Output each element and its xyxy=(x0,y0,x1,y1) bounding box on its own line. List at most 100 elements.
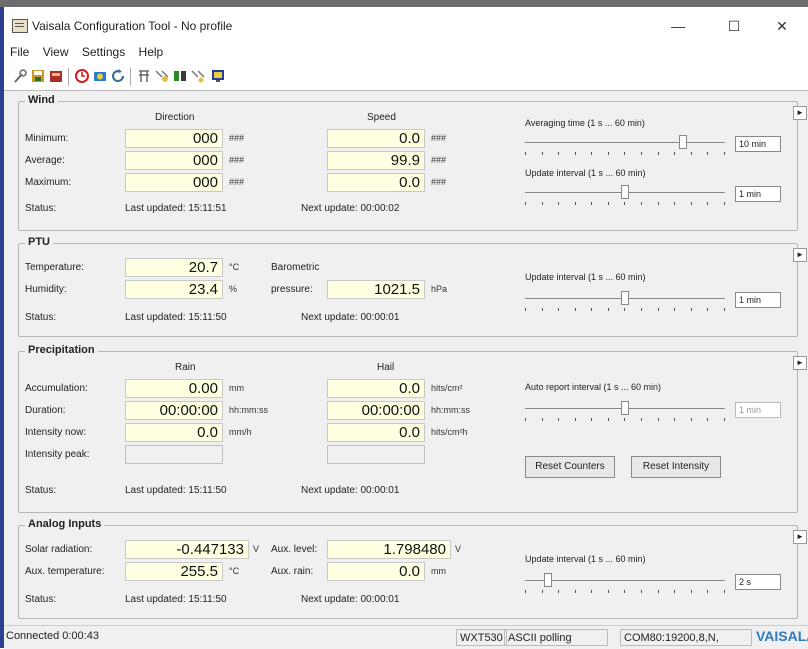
reset-counters-button[interactable]: Reset Counters xyxy=(525,456,615,478)
wind-max-speed: 0.0 xyxy=(327,173,425,192)
slider-tick xyxy=(723,202,725,205)
slider-tick xyxy=(607,308,609,311)
wind-min-direction: 000 xyxy=(125,129,223,148)
auto-report-interval-input[interactable]: 1 min xyxy=(735,402,781,418)
settings-icon[interactable] xyxy=(154,68,170,84)
wrench-icon[interactable] xyxy=(12,68,28,84)
wind-update-interval-slider[interactable] xyxy=(525,185,725,210)
slider-tick xyxy=(591,202,593,205)
sensor-icon[interactable] xyxy=(136,68,152,84)
slider-thumb[interactable] xyxy=(544,573,552,587)
slider-tick xyxy=(607,590,609,593)
humidity-unit: % xyxy=(229,284,238,294)
wind-next-update: Next update: 00:00:02 xyxy=(301,203,400,214)
slider-tick xyxy=(641,308,643,311)
averaging-time-slider[interactable] xyxy=(525,135,725,160)
maximize-button[interactable]: ☐ xyxy=(712,14,756,38)
monitor-icon[interactable] xyxy=(210,68,226,84)
analog-next-update: Next update: 00:00:01 xyxy=(301,594,400,605)
rain-intensity-now-unit: mm/h xyxy=(229,427,252,437)
slider-tick xyxy=(707,590,709,593)
hail-intensity-peak xyxy=(327,445,425,464)
save-icon[interactable] xyxy=(30,68,46,84)
menu-help[interactable]: Help xyxy=(139,42,164,62)
wind-last-updated: Last updated: 15:11:51 xyxy=(125,203,227,214)
slider-tick xyxy=(607,152,609,155)
slider-tick xyxy=(558,590,560,593)
averaging-time-input[interactable]: 10 min xyxy=(735,136,781,152)
slider-tick xyxy=(624,590,626,593)
main-panel: Wind ► Direction Speed Minimum: 000 ### … xyxy=(4,91,808,625)
duration-label: Duration: xyxy=(25,405,66,416)
analog-inputs-expand-button[interactable]: ► xyxy=(793,530,807,544)
toolbar-separator xyxy=(68,68,69,86)
aux-temperature-unit: °C xyxy=(229,566,240,576)
auto-report-interval-slider[interactable] xyxy=(525,401,725,426)
slider-tick xyxy=(690,152,692,155)
aux-temperature-value: 255.5 xyxy=(125,562,223,581)
toolbar-separator xyxy=(130,68,131,86)
open-icon[interactable] xyxy=(48,68,64,84)
slider-thumb[interactable] xyxy=(621,185,629,199)
wind-expand-button[interactable]: ► xyxy=(793,106,807,120)
reset-intensity-button[interactable]: Reset Intensity xyxy=(631,456,721,478)
slider-tick xyxy=(558,202,560,205)
hail-duration-unit: hh:mm:ss xyxy=(431,405,471,415)
slider-tick xyxy=(690,202,692,205)
slider-tick xyxy=(591,308,593,311)
connect-icon[interactable] xyxy=(172,68,188,84)
wind-title: Wind xyxy=(25,94,58,106)
wind-min-label: Minimum: xyxy=(25,133,69,144)
app-window: Vaisala Configuration Tool - No profile … xyxy=(4,7,808,649)
ptu-group: PTU ► Temperature: 20.7 °C Humidity: 23.… xyxy=(18,236,807,337)
slider-tick xyxy=(723,418,725,421)
analog-update-interval-input[interactable]: 2 s xyxy=(735,574,781,590)
slider-thumb[interactable] xyxy=(621,291,629,305)
slider-tick xyxy=(541,202,543,205)
intensity-now-label: Intensity now: xyxy=(25,427,87,438)
minimize-button[interactable]: — xyxy=(656,14,700,38)
menu-settings[interactable]: Settings xyxy=(82,42,125,62)
wind-update-interval-input[interactable]: 1 min xyxy=(735,186,781,202)
slider-tick xyxy=(624,202,626,205)
rain-intensity-peak xyxy=(125,445,223,464)
slider-tick xyxy=(690,418,692,421)
rain-intensity-now: 0.0 xyxy=(125,423,223,442)
camera-icon[interactable] xyxy=(92,68,108,84)
menu-file[interactable]: File xyxy=(10,42,29,62)
slider-tick xyxy=(525,590,526,593)
slider-tick xyxy=(674,418,676,421)
close-button[interactable]: ✕ xyxy=(760,14,804,38)
analog-status-label: Status: xyxy=(25,594,57,605)
app-icon xyxy=(12,19,28,33)
disconnect-icon[interactable] xyxy=(190,68,206,84)
slider-tick xyxy=(558,418,560,421)
slider-tick xyxy=(525,308,526,311)
com-port: COM80:19200,8,N, xyxy=(620,629,752,646)
wind-max-label: Maximum: xyxy=(25,177,72,188)
ptu-expand-button[interactable]: ► xyxy=(793,248,807,262)
slider-thumb[interactable] xyxy=(679,135,687,149)
slider-tick xyxy=(541,590,543,593)
temperature-value: 20.7 xyxy=(125,258,223,277)
ptu-update-interval-input[interactable]: 1 min xyxy=(735,292,781,308)
slider-tick xyxy=(591,590,593,593)
clock-icon[interactable] xyxy=(74,68,90,84)
analog-update-interval-slider[interactable] xyxy=(525,573,725,598)
wind-min-direction-unit: ### xyxy=(229,133,245,143)
refresh-icon[interactable] xyxy=(110,68,126,84)
solar-radiation-label: Solar radiation: xyxy=(25,544,93,555)
precipitation-group: Precipitation ► Rain Hail Accumulation: … xyxy=(18,344,807,513)
direction-header: Direction xyxy=(155,112,195,123)
slider-tick xyxy=(657,308,659,311)
ptu-update-interval-slider[interactable] xyxy=(525,291,725,316)
slider-tick xyxy=(641,418,643,421)
precipitation-expand-button[interactable]: ► xyxy=(793,356,807,370)
device-model: WXT530 xyxy=(456,629,507,646)
slider-tick xyxy=(641,590,643,593)
connection-status: Connected 0:00:43 xyxy=(6,630,99,642)
hail-duration: 00:00:00 xyxy=(327,401,425,420)
menu-view[interactable]: View xyxy=(43,42,69,62)
slider-thumb[interactable] xyxy=(621,401,629,415)
ptu-title: PTU xyxy=(25,236,53,248)
